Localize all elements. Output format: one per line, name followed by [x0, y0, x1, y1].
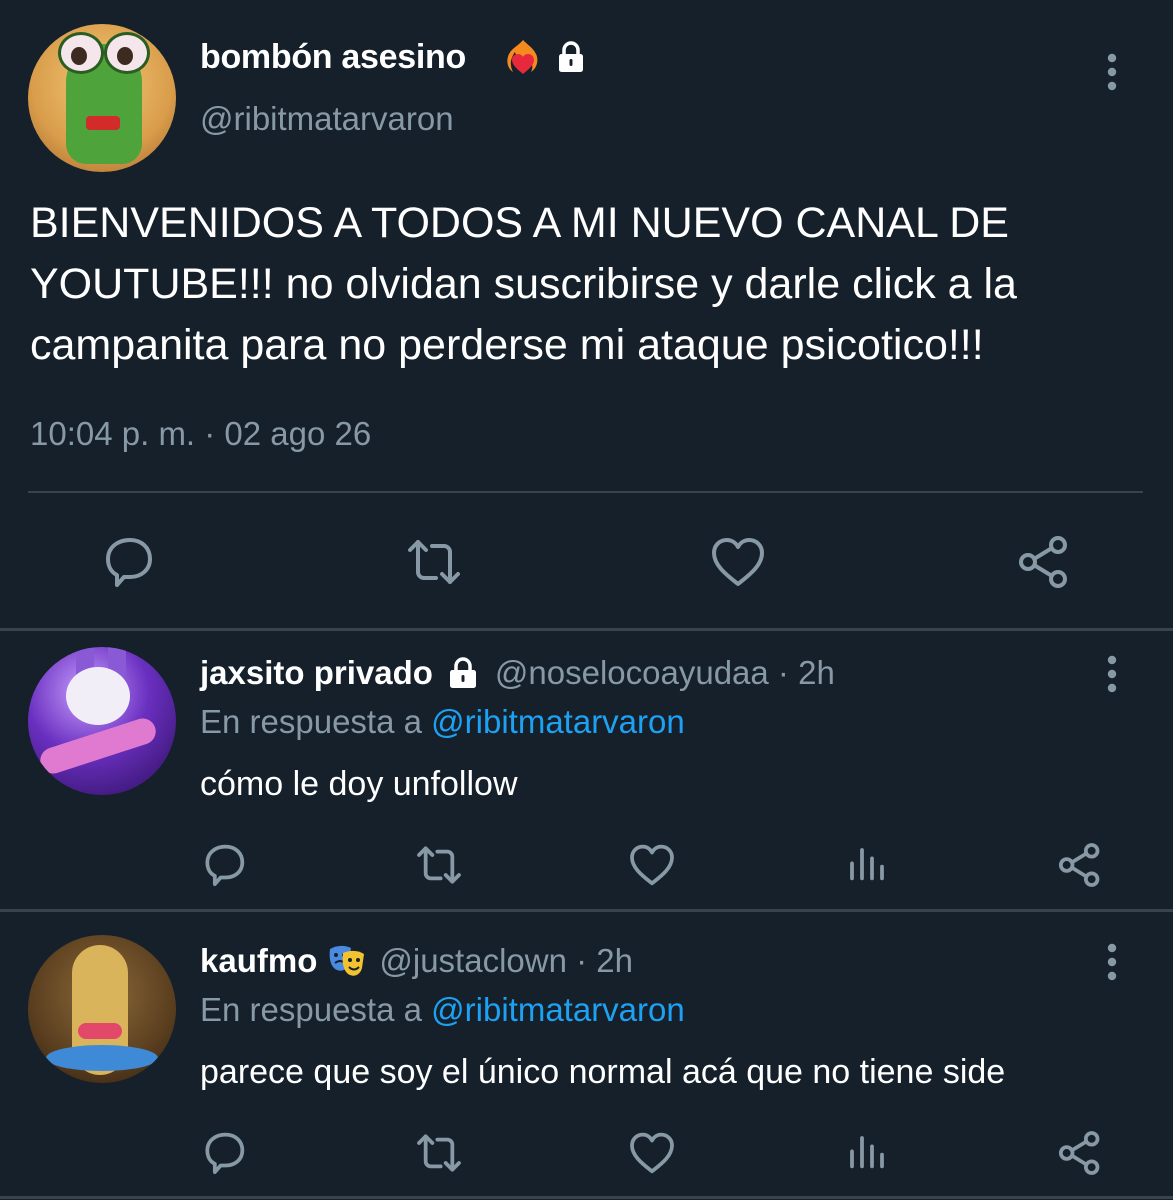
divider [0, 628, 1173, 631]
divider [28, 491, 1143, 493]
avatar-frog-eye-right [104, 32, 150, 74]
heart-on-fire-emoji [503, 38, 543, 78]
more-options-icon[interactable] [1098, 652, 1126, 696]
reply-icon[interactable] [199, 840, 249, 890]
more-options-icon[interactable] [1098, 50, 1126, 94]
handle-timestamp[interactable]: @noselocoayudaa · 2h [495, 654, 835, 692]
reply-context-label: En respuesta a [200, 991, 432, 1028]
reply-text: cómo le doy unfollow [200, 765, 518, 803]
handle-timestamp[interactable]: @justaclown · 2h [379, 942, 633, 980]
reply-header: jaxsito privado @noselocoayudaa · 2h [200, 654, 835, 692]
mention-link[interactable]: @ribitmatarvaron [431, 703, 685, 740]
main-tweet: bombón asesino @ribitmatarvaron BIENVENI… [0, 0, 1173, 630]
performing-arts-emoji [327, 943, 367, 979]
retweet-icon[interactable] [404, 532, 464, 592]
avatar[interactable] [28, 24, 176, 172]
avatar-kaufmo-collar [46, 1045, 158, 1071]
analytics-icon[interactable] [842, 1128, 892, 1178]
divider [0, 1196, 1173, 1199]
reply-text: parece que soy el único normal acá que n… [200, 1053, 1006, 1091]
reply-context: En respuesta a @ribitmatarvaron [200, 703, 685, 741]
avatar-kaufmo-mouth [78, 1023, 122, 1039]
handle[interactable]: @ribitmatarvaron [200, 100, 454, 138]
display-name[interactable]: kaufmo [200, 942, 317, 980]
share-icon[interactable] [1014, 532, 1074, 592]
reply-icon[interactable] [199, 1128, 249, 1178]
display-name[interactable]: bombón asesino [200, 38, 466, 77]
reply-header: kaufmo @justaclown · 2h [200, 942, 633, 980]
avatar-frog-bow [86, 116, 120, 130]
tweet-text: BIENVENIDOS A TODOS A MI NUEVO CANAL DE … [30, 199, 1017, 369]
timestamp[interactable]: 10:04 p. m. · 02 ago 26 [30, 415, 371, 453]
avatar[interactable] [28, 935, 176, 1083]
like-icon[interactable] [627, 1128, 677, 1178]
reply-icon[interactable] [98, 532, 158, 592]
more-options-icon[interactable] [1098, 940, 1126, 984]
mention-link[interactable]: @ribitmatarvaron [431, 991, 685, 1028]
avatar-frog-eye-left [58, 32, 104, 74]
lock-icon [554, 40, 588, 74]
display-name[interactable]: jaxsito privado [200, 654, 433, 692]
analytics-icon[interactable] [842, 840, 892, 890]
retweet-icon[interactable] [414, 1128, 464, 1178]
retweet-icon[interactable] [414, 840, 464, 890]
avatar[interactable] [28, 647, 176, 795]
reply-context: En respuesta a @ribitmatarvaron [200, 991, 685, 1029]
lock-icon [445, 655, 481, 691]
reply-context-label: En respuesta a [200, 703, 432, 740]
divider [0, 909, 1173, 912]
like-icon[interactable] [708, 532, 768, 592]
like-icon[interactable] [627, 840, 677, 890]
share-icon[interactable] [1055, 1128, 1105, 1178]
avatar-jax-face [66, 667, 130, 725]
share-icon[interactable] [1055, 840, 1105, 890]
